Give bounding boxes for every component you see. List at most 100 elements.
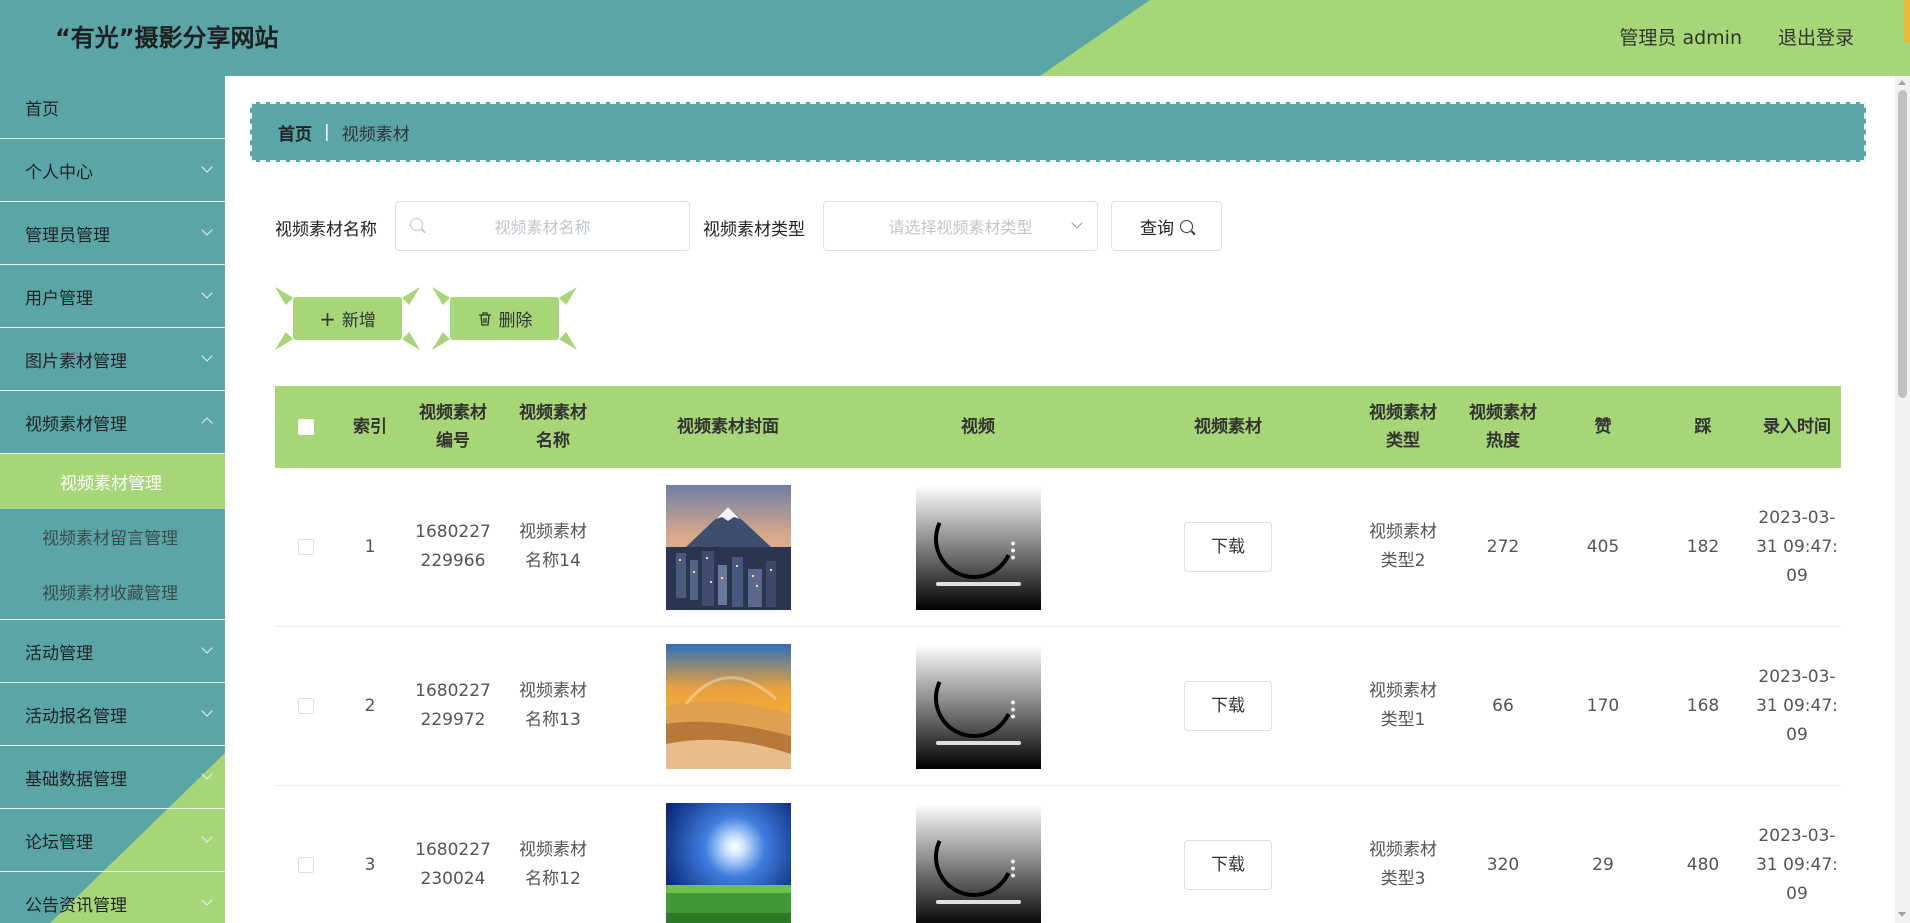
scroll-down-arrow-icon[interactable] [1898,912,1906,917]
add-button-label: 新增 [341,311,376,331]
sidebar-item-forum-management[interactable]: 论坛管理 [0,809,225,872]
site-title: “有光”摄影分享网站 [55,24,279,52]
row-checkbox[interactable] [298,698,314,714]
cover-cell [603,643,853,769]
type-cell: 视频素材 类型3 [1369,840,1437,889]
button-corner-decoration [402,287,420,305]
type-select-placeholder: 请选择视频素材类型 [888,218,1033,237]
button-corner-decoration [432,332,450,350]
type-select[interactable]: 请选择视频素材类型 [823,201,1098,251]
name-search-input[interactable]: 视频素材名称 [395,201,690,251]
video-cell [853,484,1103,610]
time-cell: 2023-03- 31 09:47: 09 [1756,666,1838,745]
video-progress-bar[interactable] [935,581,1021,586]
video-player[interactable] [915,643,1041,769]
more-options-icon[interactable] [1010,539,1015,560]
table-row: 3 1680227 230024 视频素材 名称12 下载 视频素材 类型3 3 [275,786,1841,923]
chevron-up-icon [201,417,213,429]
chevron-down-icon [201,287,213,299]
cover-image-mountain-city[interactable] [665,484,791,610]
select-all-checkbox[interactable] [298,419,314,435]
row-select-cell [275,539,337,555]
breadcrumb-home[interactable]: 首页 [278,120,312,145]
sidebar: 首页 个人中心 管理员管理 用户管理 图片素材管理 视频素材管理 视频素材管理 … [0,76,225,923]
add-button[interactable]: + 新增 [275,287,420,350]
chevron-down-icon [201,705,213,717]
video-cell [853,643,1103,769]
sidebar-item-label: 首页 [25,99,59,120]
sidebar-item-label: 活动管理 [25,643,93,664]
video-player[interactable] [915,802,1041,923]
more-options-icon[interactable] [1010,698,1015,719]
submenu-item-video-comments[interactable]: 视频素材留言管理 [0,509,225,564]
sidebar-item-user-management[interactable]: 用户管理 [0,265,225,328]
sidebar-item-basic-data[interactable]: 基础数据管理 [0,746,225,809]
chevron-down-icon [201,831,213,843]
sidebar-item-signup-management[interactable]: 活动报名管理 [0,683,225,746]
sidebar-item-label: 图片素材管理 [25,351,127,372]
index-cell: 2 [364,695,376,716]
cover-image-sunset-beach[interactable] [665,643,791,769]
row-checkbox[interactable] [298,539,314,555]
sidebar-item-news-management[interactable]: 公告资讯管理 [0,872,225,923]
button-corner-decoration [402,332,420,350]
download-button[interactable]: 下载 [1184,681,1272,731]
column-header: 视频素材 [1194,417,1262,437]
download-button[interactable]: 下载 [1184,522,1272,572]
button-corner-decoration [432,287,450,305]
video-progress-bar[interactable] [935,899,1021,904]
download-button[interactable]: 下载 [1184,840,1272,890]
row-checkbox[interactable] [298,857,314,873]
like-cell: 170 [1586,695,1620,716]
header-corner-accent [1904,0,1910,42]
loading-spinner-icon [922,805,1025,908]
logout-link[interactable]: 退出登录 [1778,0,1854,76]
sidebar-item-video-management[interactable]: 视频素材管理 [0,391,225,454]
search-icon [1180,219,1193,233]
video-progress-bar[interactable] [935,740,1021,745]
sidebar-item-image-management[interactable]: 图片素材管理 [0,328,225,391]
dislike-cell: 168 [1686,695,1720,716]
dislike-cell: 480 [1686,854,1720,875]
video-player[interactable] [915,484,1041,610]
sidebar-item-label: 公告资讯管理 [25,895,127,916]
name-search-label: 视频素材名称 [275,220,377,240]
loading-spinner-icon [922,487,1025,590]
index-cell: 3 [364,854,376,875]
breadcrumb-current: 视频素材 [341,124,410,145]
name-cell: 视频素材 名称12 [519,840,587,889]
delete-button-label: 删除 [498,311,533,331]
column-header: 视频素材 编号 [419,403,487,451]
column-header: 视频素材封面 [677,417,779,437]
column-header: 视频素材 热度 [1469,403,1537,451]
sidebar-item-home[interactable]: 首页 [0,76,225,139]
query-button[interactable]: 查询 [1111,201,1222,251]
more-options-icon[interactable] [1010,857,1015,878]
cover-image-sky-meadow[interactable] [665,802,791,923]
heat-cell: 66 [1492,695,1514,716]
select-all-cell [275,419,337,435]
sidebar-item-admin-management[interactable]: 管理员管理 [0,202,225,265]
scrollbar-thumb[interactable] [1898,90,1907,398]
chevron-down-icon [201,224,213,236]
sidebar-item-personal-center[interactable]: 个人中心 [0,139,225,202]
submenu-item-video-management[interactable]: 视频素材管理 [0,454,225,509]
button-corner-decoration [275,332,293,350]
delete-button-body: 删除 [450,297,559,340]
submenu-item-video-favorites[interactable]: 视频素材收藏管理 [0,564,225,619]
time-cell: 2023-03- 31 09:47: 09 [1756,507,1838,586]
button-corner-decoration [559,332,577,350]
table-header: 索引 视频素材 编号 视频素材 名称 视频素材封面 视频 视频素材 视频素材 类… [275,386,1841,468]
delete-button[interactable]: 删除 [432,287,577,350]
sidebar-item-label: 活动报名管理 [25,706,127,727]
sidebar-item-activity-management[interactable]: 活动管理 [0,620,225,683]
name-cell: 视频素材 名称13 [519,681,587,730]
column-header: 视频 [961,417,995,437]
video-table: 索引 视频素材 编号 视频素材 名称 视频素材封面 视频 视频素材 视频素材 类… [275,386,1841,923]
scroll-up-arrow-icon[interactable] [1898,80,1906,85]
index-cell: 1 [364,536,376,557]
breadcrumb: 首页 | 视频素材 [250,102,1866,162]
row-select-cell [275,857,337,873]
column-header: 视频素材 名称 [519,403,587,451]
download-cell: 下载 [1103,522,1353,572]
